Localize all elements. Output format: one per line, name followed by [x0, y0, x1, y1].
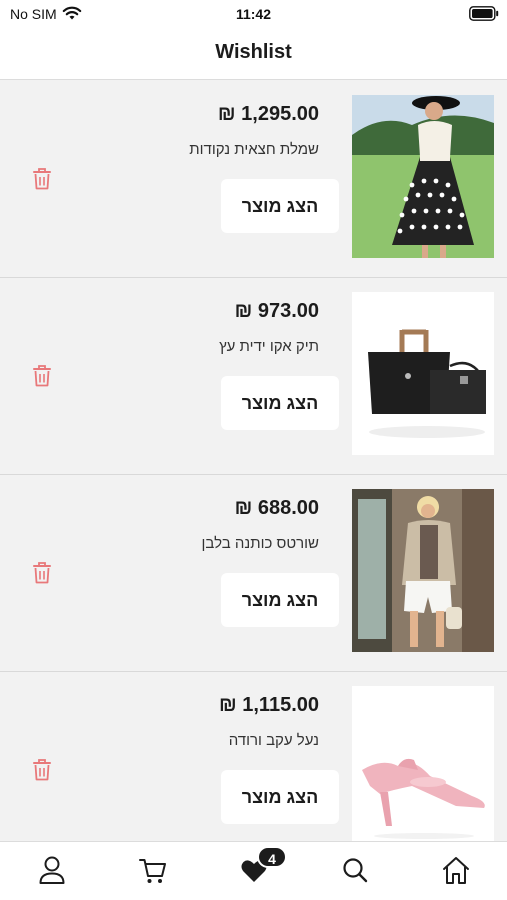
- wishlist-list: ₪ 1,295.00 שמלת חצאית נקודות הצג מוצר ₪ …: [0, 81, 507, 841]
- product-image-bag[interactable]: [352, 292, 494, 455]
- trash-icon[interactable]: [32, 561, 52, 584]
- bottom-tab-bar: 4: [0, 841, 507, 900]
- view-product-button[interactable]: הצג מוצר: [221, 179, 339, 233]
- view-product-button[interactable]: הצג מוצר: [221, 376, 339, 430]
- product-name: תיק אקו ידית עץ: [219, 338, 319, 355]
- shorts-photo: [352, 489, 494, 652]
- product-price: ₪ 973.00: [234, 300, 319, 322]
- view-product-button[interactable]: הצג מוצר: [221, 770, 339, 824]
- header: Wishlist: [0, 28, 507, 80]
- page-title: Wishlist: [215, 41, 292, 63]
- trash-icon[interactable]: [32, 364, 52, 387]
- battery-icon: [469, 6, 499, 21]
- product-price: ₪ 1,295.00: [217, 103, 319, 125]
- wishlist-count-badge: 4: [257, 846, 287, 868]
- status-time: 11:42: [235, 6, 272, 22]
- home-icon: [443, 857, 469, 884]
- cart-icon: [139, 859, 166, 883]
- tab-home[interactable]: [441, 854, 471, 886]
- bag-photo: [352, 292, 494, 455]
- wishlist-item: ₪ 688.00 שורטס כותנה בלבן הצג מוצר: [0, 475, 507, 672]
- product-image-dress[interactable]: [352, 95, 494, 258]
- view-product-button[interactable]: הצג מוצר: [221, 573, 339, 627]
- status-bar: No SIM 11:42: [0, 0, 507, 28]
- profile-icon: [39, 856, 65, 884]
- wishlist-item: ₪ 1,295.00 שמלת חצאית נקודות הצג מוצר: [0, 81, 507, 278]
- trash-icon[interactable]: [32, 167, 52, 190]
- product-name: שורטס כותנה בלבן: [201, 535, 320, 552]
- product-image-heel[interactable]: [352, 686, 494, 841]
- search-icon: [343, 858, 368, 883]
- product-image-shorts[interactable]: [352, 489, 494, 652]
- product-price: ₪ 1,115.00: [219, 694, 319, 716]
- product-name: נעל עקב ורודה: [228, 732, 319, 749]
- dress-photo: [352, 95, 494, 258]
- product-name: שמלת חצאית נקודות: [189, 141, 319, 158]
- pink-heel-photo: [352, 686, 494, 841]
- wishlist-item: ₪ 1,115.00 נעל עקב ורודה הצג מוצר: [0, 672, 507, 841]
- tab-profile[interactable]: [37, 854, 67, 886]
- wishlist-item: ₪ 973.00 תיק אקו ידית עץ הצג מוצר: [0, 278, 507, 475]
- tab-cart[interactable]: [138, 854, 168, 886]
- product-price: ₪ 688.00: [234, 497, 319, 519]
- trash-icon[interactable]: [32, 758, 52, 781]
- tab-search[interactable]: [340, 854, 370, 886]
